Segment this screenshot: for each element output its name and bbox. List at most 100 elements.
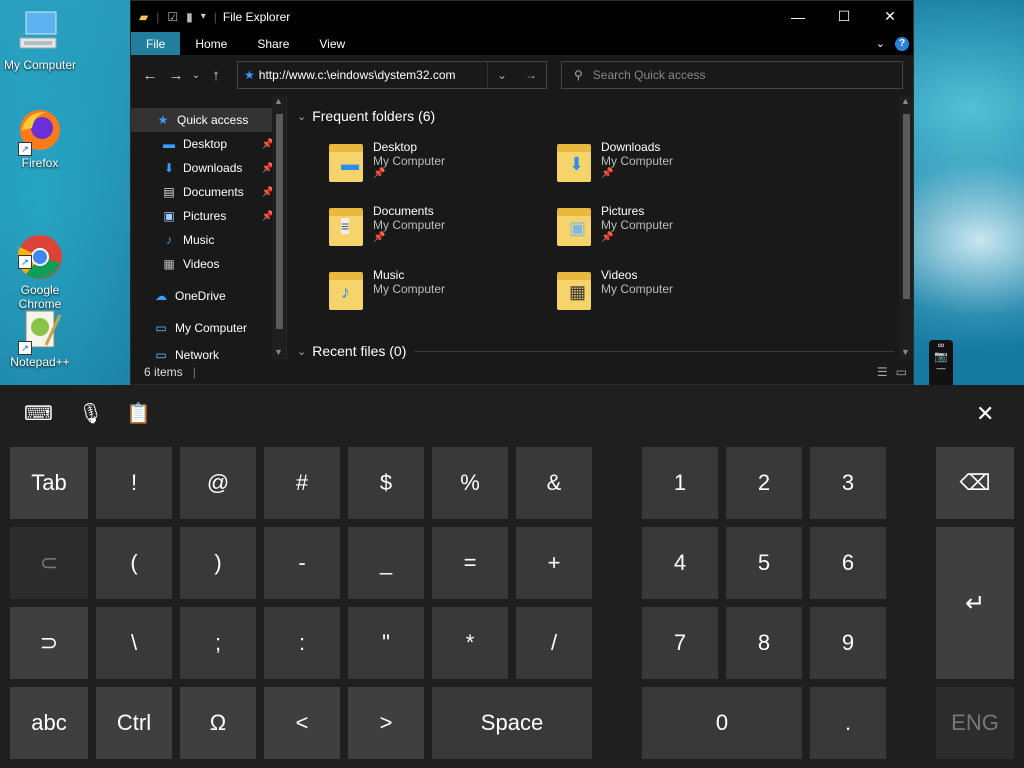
desktop-icon-firefox[interactable]: ↗ Firefox	[0, 106, 80, 170]
folder-tile-downloads[interactable]: ⬇ Downloads My Computer 📌	[555, 140, 673, 184]
folder-icon[interactable]: ▰	[139, 10, 148, 24]
content-scrollbar[interactable]: ▲ ▼	[899, 96, 913, 359]
key-at[interactable]: @	[180, 447, 256, 519]
link-icon: ∞	[937, 340, 945, 350]
up-arrow-icon[interactable]: ↑	[203, 67, 229, 84]
key-8[interactable]: 8	[726, 607, 802, 679]
tab-view[interactable]: View	[304, 32, 360, 55]
key-open-paren[interactable]: (	[96, 527, 172, 599]
key-left-arrow[interactable]: <	[264, 687, 340, 759]
key-percent[interactable]: %	[432, 447, 508, 519]
nav-item-downloads[interactable]: ⬇ Downloads 📌	[131, 156, 286, 180]
key-3[interactable]: 3	[810, 447, 886, 519]
key-9[interactable]: 9	[810, 607, 886, 679]
key-language[interactable]: ENG	[936, 687, 1014, 759]
nav-item-documents[interactable]: ▤ Documents 📌	[131, 180, 286, 204]
nav-item-music[interactable]: ♪ Music	[131, 228, 286, 252]
key-space[interactable]: Space	[432, 687, 592, 759]
customize-qat-icon[interactable]: ▾	[201, 11, 206, 22]
key-plus[interactable]: +	[516, 527, 592, 599]
key-semicolon[interactable]: ;	[180, 607, 256, 679]
desktop-icon-my-computer[interactable]: My Computer	[0, 8, 80, 72]
details-view-icon[interactable]: ☰	[877, 365, 888, 379]
folder-location: My Computer	[601, 154, 674, 168]
content-scroll-thumb[interactable]	[903, 114, 910, 299]
search-box[interactable]: ⚲ Search Quick access	[561, 61, 903, 89]
key-abc[interactable]: abc	[10, 687, 88, 759]
address-history-icon[interactable]: ⌄	[497, 68, 507, 82]
tab-home[interactable]: Home	[180, 32, 242, 55]
keyboard-settings-icon[interactable]: ⌨	[24, 401, 53, 426]
address-input[interactable]: http://www.c:\eindows\dystem32.com	[259, 68, 456, 82]
nav-item-videos[interactable]: ▦ Videos	[131, 252, 286, 276]
key-7[interactable]: 7	[642, 607, 718, 679]
go-arrow-icon[interactable]: →	[525, 68, 537, 82]
key-emoji-omega[interactable]: Ω	[180, 687, 256, 759]
folder-tile-music[interactable]: ♪ Music My Computer	[327, 268, 445, 312]
nav-scroll-thumb[interactable]	[276, 114, 283, 329]
key-0[interactable]: 0	[642, 687, 802, 759]
frequent-folders-header[interactable]: ⌄ Frequent folders (6)	[297, 108, 435, 124]
nav-item-desktop[interactable]: ▬ Desktop 📌	[131, 132, 286, 156]
nav-scrollbar[interactable]: ▲ ▼	[272, 96, 286, 359]
shortcut-arrow-icon: ↗	[18, 341, 32, 355]
key-slash[interactable]: /	[516, 607, 592, 679]
key-5[interactable]: 5	[726, 527, 802, 599]
key-hyphen[interactable]: -	[264, 527, 340, 599]
maximize-button[interactable]: ☐	[821, 1, 867, 32]
key-page-forward[interactable]: ⊃	[10, 607, 88, 679]
floating-camera-widget[interactable]: ∞ 📷 —	[929, 340, 953, 385]
forward-arrow-icon[interactable]: →	[163, 67, 189, 84]
close-keyboard-icon[interactable]: ✕	[976, 401, 994, 427]
key-backspace[interactable]: ⌫	[936, 447, 1014, 519]
back-arrow-icon[interactable]: ←	[137, 67, 163, 84]
key-enter[interactable]: ↵	[936, 527, 1014, 679]
close-button[interactable]: ✕	[867, 1, 913, 32]
key-equals[interactable]: =	[432, 527, 508, 599]
key-6[interactable]: 6	[810, 527, 886, 599]
nav-item-pictures[interactable]: ▣ Pictures 📌	[131, 204, 286, 228]
key-hash[interactable]: #	[264, 447, 340, 519]
key-4[interactable]: 4	[642, 527, 718, 599]
key-period[interactable]: .	[810, 687, 886, 759]
nav-item-network[interactable]: ▭ Network	[131, 340, 286, 359]
address-bar[interactable]: ★ http://www.c:\eindows\dystem32.com ⌄ →	[237, 61, 547, 89]
help-icon[interactable]: ?	[895, 36, 909, 51]
tab-share[interactable]: Share	[242, 32, 304, 55]
key-asterisk[interactable]: *	[432, 607, 508, 679]
search-placeholder[interactable]: Search Quick access	[593, 68, 706, 82]
large-icons-view-icon[interactable]: ▭	[896, 365, 907, 379]
key-backslash[interactable]: \	[96, 607, 172, 679]
key-ampersand[interactable]: &	[516, 447, 592, 519]
key-2[interactable]: 2	[726, 447, 802, 519]
folder-tile-videos[interactable]: ▦ Videos My Computer	[555, 268, 673, 312]
key-exclamation[interactable]: !	[96, 447, 172, 519]
nav-item-my-computer[interactable]: ▭ My Computer	[131, 316, 286, 340]
pin-icon: 📌	[601, 232, 614, 243]
key-tab[interactable]: Tab	[10, 447, 88, 519]
key-close-paren[interactable]: )	[180, 527, 256, 599]
minimize-button[interactable]: —	[775, 1, 821, 32]
folder-tile-pictures[interactable]: ▣ Pictures My Computer 📌	[555, 204, 673, 248]
key-ctrl[interactable]: Ctrl	[96, 687, 172, 759]
key-1[interactable]: 1	[642, 447, 718, 519]
expand-ribbon-icon[interactable]: ⌄	[876, 37, 885, 50]
key-colon[interactable]: :	[264, 607, 340, 679]
folder-tile-desktop[interactable]: ▬ Desktop My Computer 📌	[327, 140, 445, 184]
recent-files-header[interactable]: ⌄ Recent files (0)	[297, 343, 895, 359]
recent-locations-icon[interactable]: ⌄	[189, 70, 203, 81]
tab-file[interactable]: File	[131, 32, 181, 55]
new-folder-icon[interactable]: ▮	[186, 10, 193, 24]
key-right-arrow[interactable]: >	[348, 687, 424, 759]
key-underscore[interactable]: _	[348, 527, 424, 599]
desktop-icon-notepadpp[interactable]: ↗ Notepad++	[0, 305, 80, 369]
properties-icon[interactable]: ☑	[167, 10, 178, 24]
clipboard-icon[interactable]: 📋	[126, 401, 151, 426]
nav-item-quick-access[interactable]: ★ Quick access	[131, 108, 286, 132]
key-quote[interactable]: "	[348, 607, 424, 679]
nav-item-onedrive[interactable]: ☁ OneDrive	[131, 284, 286, 308]
folder-tile-documents[interactable]: ≡ Documents My Computer 📌	[327, 204, 445, 248]
microphone-icon[interactable]: 🎙	[78, 401, 103, 426]
key-dollar[interactable]: $	[348, 447, 424, 519]
folder-location: My Computer	[601, 282, 674, 296]
